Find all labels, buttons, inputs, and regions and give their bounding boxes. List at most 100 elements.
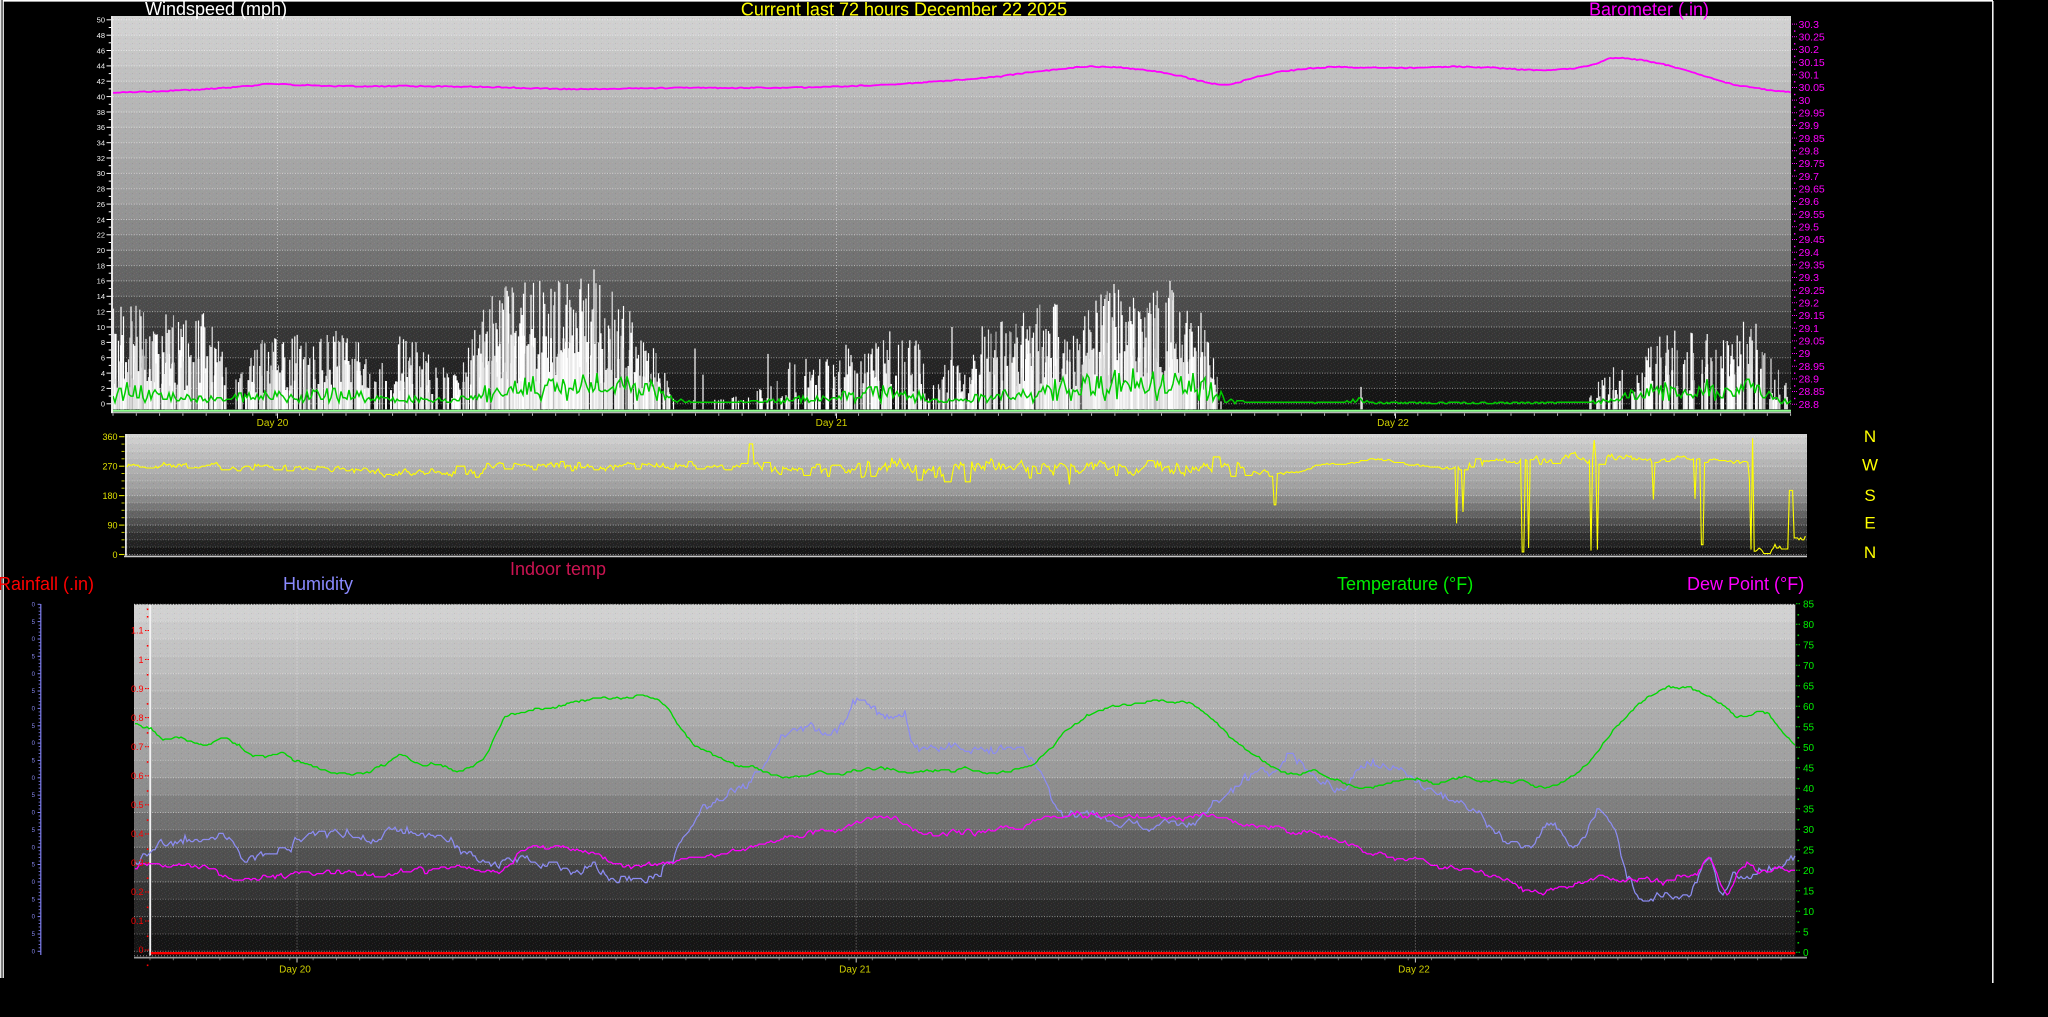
svg-text:Barometer (.in): Barometer (.in) (1589, 0, 1709, 20)
svg-text:Day 21: Day 21 (839, 965, 871, 976)
svg-text:Current last 72 hours December: Current last 72 hours December 22 2025 (741, 0, 1067, 20)
svg-text:40: 40 (1803, 784, 1815, 795)
svg-text:29.35: 29.35 (1799, 260, 1825, 272)
svg-text:29.75: 29.75 (1799, 158, 1825, 170)
svg-text:29.6: 29.6 (1799, 196, 1820, 208)
svg-text:12: 12 (97, 307, 105, 316)
svg-text:15: 15 (1803, 886, 1815, 897)
svg-text:29.85: 29.85 (1799, 133, 1825, 145)
svg-text:22: 22 (97, 231, 105, 240)
svg-text:270: 270 (102, 462, 117, 472)
svg-text:Day 20: Day 20 (279, 965, 311, 976)
svg-text:1: 1 (138, 655, 143, 665)
svg-text:32: 32 (97, 154, 105, 163)
svg-text:1.1: 1.1 (131, 626, 144, 636)
svg-text:50: 50 (97, 16, 105, 25)
svg-text:26: 26 (97, 200, 105, 209)
svg-text:0.9: 0.9 (131, 684, 144, 694)
svg-text:70: 70 (1803, 661, 1815, 672)
svg-text:29.9: 29.9 (1799, 120, 1820, 132)
svg-text:30: 30 (1803, 825, 1815, 836)
svg-text:0: 0 (101, 400, 105, 409)
svg-text:29.3: 29.3 (1799, 272, 1820, 284)
svg-text:65: 65 (1803, 681, 1815, 692)
svg-text:30.05: 30.05 (1799, 82, 1825, 94)
svg-text:S: S (1864, 486, 1875, 505)
svg-text:Indoor temp: Indoor temp (510, 559, 606, 579)
svg-text:2: 2 (101, 384, 105, 393)
svg-text:Day 22: Day 22 (1377, 418, 1409, 429)
svg-text:0.2: 0.2 (131, 887, 144, 897)
svg-text:29.5: 29.5 (1799, 222, 1820, 234)
svg-text:Rainfall (.in): Rainfall (.in) (0, 574, 94, 594)
svg-text:24: 24 (97, 215, 105, 224)
svg-text:29.45: 29.45 (1799, 234, 1825, 246)
svg-text:6: 6 (101, 354, 105, 363)
svg-text:0: 0 (112, 550, 117, 560)
svg-text:30.2: 30.2 (1799, 44, 1820, 56)
svg-text:29.05: 29.05 (1799, 336, 1825, 348)
svg-text:0.6: 0.6 (131, 771, 144, 781)
svg-text:28.95: 28.95 (1799, 361, 1825, 373)
svg-text:80: 80 (1803, 620, 1815, 631)
svg-text:46: 46 (97, 46, 105, 55)
svg-text:8: 8 (101, 338, 105, 347)
svg-text:90: 90 (107, 521, 117, 531)
svg-text:50: 50 (1803, 743, 1815, 754)
svg-text:29.65: 29.65 (1799, 184, 1825, 196)
svg-text:Day 22: Day 22 (1398, 965, 1430, 976)
svg-text:Windspeed (mph): Windspeed (mph) (145, 0, 287, 19)
svg-text:Humidity: Humidity (283, 574, 353, 594)
svg-text:0.4: 0.4 (131, 829, 144, 839)
svg-text:30.25: 30.25 (1799, 32, 1825, 44)
svg-text:Day 20: Day 20 (257, 418, 289, 429)
svg-text:28: 28 (97, 185, 105, 194)
svg-text:29.55: 29.55 (1799, 209, 1825, 221)
svg-text:16: 16 (97, 277, 105, 286)
svg-text:45: 45 (1803, 763, 1815, 774)
svg-text:44: 44 (97, 62, 105, 71)
svg-text:14: 14 (97, 292, 105, 301)
svg-text:29.15: 29.15 (1799, 310, 1825, 322)
svg-text:N: N (1864, 543, 1876, 562)
svg-text:35: 35 (1803, 804, 1815, 815)
svg-text:10: 10 (1803, 907, 1815, 918)
svg-text:29: 29 (1799, 348, 1811, 360)
svg-text:38: 38 (97, 108, 105, 117)
svg-text:42: 42 (97, 77, 105, 86)
svg-text:0.8: 0.8 (131, 713, 144, 723)
svg-text:29.7: 29.7 (1799, 171, 1820, 183)
svg-text:N: N (1864, 427, 1876, 446)
svg-text:Temperature (°F): Temperature (°F) (1337, 574, 1473, 594)
svg-text:55: 55 (1803, 722, 1815, 733)
svg-text:Dew Point (°F): Dew Point (°F) (1687, 574, 1804, 594)
svg-text:25: 25 (1803, 845, 1815, 856)
svg-text:30.1: 30.1 (1799, 70, 1820, 82)
svg-text:0.5: 0.5 (131, 800, 144, 810)
svg-text:20: 20 (97, 246, 105, 255)
svg-text:20: 20 (1803, 866, 1815, 877)
svg-text:29.1: 29.1 (1799, 323, 1820, 335)
svg-text:36: 36 (97, 123, 105, 132)
svg-text:29.95: 29.95 (1799, 108, 1825, 120)
svg-text:60: 60 (1803, 702, 1815, 713)
svg-text:29.4: 29.4 (1799, 247, 1820, 259)
svg-text:34: 34 (97, 139, 105, 148)
svg-text:29.8: 29.8 (1799, 146, 1820, 158)
svg-text:0.3: 0.3 (131, 858, 144, 868)
svg-text:30: 30 (97, 169, 105, 178)
svg-text:360: 360 (102, 432, 117, 442)
svg-text:Day 21: Day 21 (816, 418, 848, 429)
svg-text:85: 85 (1803, 599, 1815, 610)
svg-text:28.9: 28.9 (1799, 374, 1820, 386)
svg-text:0.7: 0.7 (131, 742, 144, 752)
svg-text:75: 75 (1803, 640, 1815, 651)
svg-text:W: W (1862, 455, 1878, 474)
svg-text:0: 0 (1803, 948, 1809, 959)
svg-text:30.15: 30.15 (1799, 57, 1825, 69)
svg-text:30.3: 30.3 (1799, 19, 1820, 31)
svg-text:18: 18 (97, 261, 105, 270)
svg-text:30: 30 (1799, 95, 1811, 107)
svg-text:48: 48 (97, 31, 105, 40)
svg-text:0: 0 (138, 945, 143, 955)
